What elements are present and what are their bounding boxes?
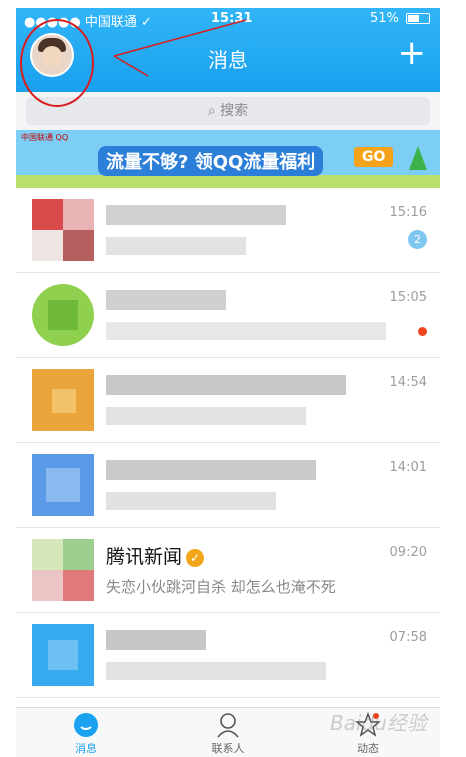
conversation-time: 14:54 — [389, 375, 427, 390]
battery-percent: 51% — [369, 11, 399, 26]
annotation-arrow — [113, 19, 247, 77]
conversation-time: 07:58 — [389, 630, 427, 645]
contact-avatar — [32, 199, 94, 261]
blurred-message — [106, 237, 246, 255]
conversation-message: 失恋小伙跳河自杀 却怎么也淹不死 — [106, 578, 336, 596]
contact-avatar — [32, 284, 94, 346]
message-bubble-icon — [74, 713, 98, 737]
conversation-row[interactable]: 14:01 — [16, 443, 440, 528]
blurred-name — [106, 375, 346, 395]
conversation-time: 15:05 — [389, 290, 427, 305]
battery-icon — [406, 13, 430, 24]
conversation-row[interactable]: 07:58 — [16, 613, 440, 698]
contact-avatar — [32, 624, 94, 686]
conversation-time: 09:20 — [389, 545, 427, 560]
conversation-row[interactable]: 15:16 2 — [16, 188, 440, 273]
battery-status: 51% — [370, 11, 430, 26]
contacts-person-icon — [217, 713, 239, 738]
tree-icon — [409, 146, 427, 170]
conversation-name-text: 腾讯新闻 — [106, 546, 183, 568]
promo-banner[interactable]: 中国联通 QQ 流量不够? 领QQ流量福利 GO — [16, 130, 440, 188]
banner-ground — [16, 175, 440, 188]
blurred-name — [106, 205, 286, 225]
tab-contacts[interactable]: 联系人 — [178, 712, 278, 756]
blurred-name — [106, 460, 316, 480]
banner-logo: 中国联通 QQ — [21, 133, 69, 142]
conversation-time: 14:01 — [389, 460, 427, 475]
conversation-row[interactable]: 15:05 — [16, 273, 440, 358]
unread-badge: 2 — [408, 230, 427, 249]
unread-dot — [418, 327, 427, 336]
search-icon: ⌕ — [207, 103, 216, 119]
blurred-name — [106, 290, 226, 310]
contact-avatar — [32, 539, 94, 601]
tab-messages[interactable]: 消息 — [36, 712, 136, 756]
search-placeholder: 搜索 — [220, 103, 249, 119]
tab-activity-label: 动态 — [357, 742, 379, 755]
tab-contacts-label: 联系人 — [211, 742, 245, 755]
conversation-row[interactable]: 腾讯新闻 ✓ 失恋小伙跳河自杀 却怎么也淹不死 09:20 — [16, 528, 440, 613]
watermark-text: Baidu经验 — [330, 711, 427, 735]
conversation-time: 15:16 — [389, 205, 427, 220]
blurred-message — [106, 492, 276, 510]
blurred-message — [106, 407, 306, 425]
banner-go-button[interactable]: GO — [354, 147, 394, 167]
search-input[interactable]: ⌕ 搜索 — [26, 97, 430, 125]
phone-screen: ●●●●● 中国联通 ✓ 15:31 51% 消息 + ⌕ 搜索 中国联通 QQ… — [16, 8, 440, 757]
blurred-name — [106, 630, 206, 650]
conversation-name: 腾讯新闻 ✓ — [106, 542, 205, 569]
banner-headline: 流量不够? 领QQ流量福利 — [98, 146, 324, 176]
blurred-message — [106, 662, 326, 680]
conversation-row[interactable]: 14:54 — [16, 358, 440, 443]
tab-messages-label: 消息 — [75, 742, 97, 755]
verified-check-icon: ✓ — [186, 548, 205, 567]
contact-avatar — [32, 369, 94, 431]
annotation-red-circle — [20, 19, 94, 107]
blurred-message — [106, 322, 386, 340]
add-plus-button[interactable]: + — [398, 36, 427, 70]
contact-avatar — [32, 454, 94, 516]
